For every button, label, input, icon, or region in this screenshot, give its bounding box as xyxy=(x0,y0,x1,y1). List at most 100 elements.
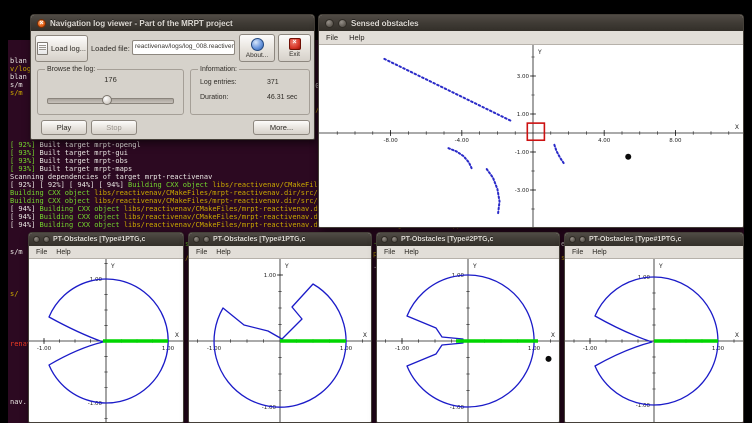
about-icon xyxy=(251,38,264,51)
window-menu-icon[interactable] xyxy=(325,19,334,28)
about-button[interactable]: About... xyxy=(239,34,275,62)
window-menu-icon[interactable] xyxy=(33,236,40,243)
window-titlebar[interactable]: PT-Obstacles [Type#1PTG,c xyxy=(29,233,183,246)
menu-item-file[interactable]: File xyxy=(572,249,583,256)
terminal-text-line: blan xyxy=(10,73,27,81)
minimize-icon[interactable] xyxy=(391,236,398,243)
y-axis-label: Y xyxy=(658,263,663,270)
minimize-icon[interactable] xyxy=(43,236,50,243)
menu-item-file[interactable]: File xyxy=(326,33,338,42)
menu-bar: File Help xyxy=(189,246,371,259)
minimize-icon[interactable] xyxy=(203,236,210,243)
terminal-text-line: [ 93%] Built target mrpt-obs xyxy=(10,157,128,165)
terminal-text-line: v/log xyxy=(10,65,31,73)
pt-obstacles-plot: -1.001.001.00-1.00XY xyxy=(565,259,743,423)
window-title: Sensed obstacles xyxy=(351,19,419,28)
x-tick-label: 8.00 xyxy=(669,138,682,144)
more-button[interactable]: More... xyxy=(253,120,310,135)
information-group: Information: Log entries: 371 Duration: … xyxy=(190,69,310,115)
menu-item-file[interactable]: File xyxy=(196,249,207,256)
loaded-file-label: Loaded file: xyxy=(91,44,130,53)
log-slider-thumb[interactable] xyxy=(102,95,112,105)
window-title: PT-Obstacles [Type#1PTG,c xyxy=(53,236,145,243)
load-log-label: Load log... xyxy=(51,44,86,53)
terminal-text-line: Building CXX object libs/reactivenav/CMa… xyxy=(10,189,364,197)
menu-item-help[interactable]: Help xyxy=(592,249,606,256)
x-tick-label: -1.00 xyxy=(37,346,52,352)
about-label: About... xyxy=(246,52,268,59)
desktop: blanv/logblans/ms/me.0s/m[ 92%] Built ta… xyxy=(0,0,752,423)
window-titlebar[interactable]: PT-Obstacles [Type#2PTG,c xyxy=(377,233,559,246)
pt-obstacles-plot: -1.001.001.00-1.00XY xyxy=(29,259,183,423)
open-file-icon xyxy=(37,42,48,55)
pt-obstacles-plot: -1.001.001.00-1.00XY xyxy=(377,259,559,423)
window-title: PT-Obstacles [Type#1PTG,c xyxy=(589,236,681,243)
window-title: Navigation log viewer - Part of the MRPT… xyxy=(50,19,233,28)
close-icon[interactable] xyxy=(37,19,46,28)
y-axis-label: Y xyxy=(284,263,289,270)
terminal-text-line: s/m xyxy=(10,81,23,89)
laser-scan-arc xyxy=(448,148,471,168)
duration-value: 46.31 sec xyxy=(267,94,297,101)
x-tick-label: -1.00 xyxy=(395,346,410,352)
window-menu-icon[interactable] xyxy=(193,236,200,243)
browse-log-legend: Browse the log: xyxy=(45,65,97,74)
terminal-text-line: Scanning dependencies of target mrpt-rea… xyxy=(10,173,212,181)
pt-obstacles-window-1: PT-Obstacles [Type#1PTG,c File Help -1.00… xyxy=(28,232,184,423)
pt-obstacles-window-4: PT-Obstacles [Type#1PTG,c File Help -1.00… xyxy=(564,232,744,423)
exit-label: Exit xyxy=(289,51,300,58)
terminal-text-line: s/m xyxy=(10,89,23,97)
y-axis-label: Y xyxy=(537,49,542,56)
minimize-icon[interactable] xyxy=(338,19,347,28)
browse-log-group: Browse the log: 176 xyxy=(37,69,184,115)
play-button[interactable]: Play xyxy=(41,120,87,135)
menu-bar: File Help xyxy=(29,246,183,259)
terminal-text-line: blan xyxy=(10,57,27,65)
menu-item-file[interactable]: File xyxy=(36,249,47,256)
sensed-obstacles-window: Sensed obstacles File Help -8.00-4.004.0… xyxy=(318,14,744,228)
y-tick-label: 3.00 xyxy=(517,74,530,80)
terminal-text-line: s/m xyxy=(10,248,23,256)
menu-bar: File Help xyxy=(319,31,743,45)
y-tick-label: 1.00 xyxy=(264,273,277,279)
laser-scan-curve xyxy=(487,169,500,215)
y-axis-label: Y xyxy=(472,263,477,270)
laser-scan-segment xyxy=(554,145,564,164)
load-log-button[interactable]: Load log... xyxy=(35,35,88,62)
sensed-obstacles-plot: -8.00-4.004.008.003.001.00-1.00-3.00XY xyxy=(319,45,743,228)
x-tick-label: -8.00 xyxy=(383,138,398,144)
terminal-text-line: [ 93%] Built target mrpt-gui xyxy=(10,149,128,157)
laser-scan-wall xyxy=(384,59,512,122)
window-titlebar[interactable]: Navigation log viewer - Part of the MRPT… xyxy=(31,15,314,31)
target-point xyxy=(546,356,552,362)
window-titlebar[interactable]: Sensed obstacles xyxy=(319,15,743,31)
pt-obstacles-window-3: PT-Obstacles [Type#2PTG,c File Help -1.00… xyxy=(376,232,560,423)
window-titlebar[interactable]: PT-Obstacles [Type#1PTG,c xyxy=(565,233,743,246)
x-axis-label: X xyxy=(735,124,739,131)
minimize-icon[interactable] xyxy=(579,236,586,243)
menu-bar: File Help xyxy=(377,246,559,259)
exit-icon xyxy=(289,38,301,50)
window-menu-icon[interactable] xyxy=(381,236,388,243)
menu-item-file[interactable]: File xyxy=(384,249,395,256)
exit-button[interactable]: Exit xyxy=(278,34,311,62)
terminal-text-line: [ 93%] Built target mrpt-maps xyxy=(10,165,132,173)
y-tick-label: -3.00 xyxy=(515,188,530,194)
log-slider[interactable] xyxy=(47,98,174,104)
log-entries-value: 371 xyxy=(267,79,279,86)
menu-item-help[interactable]: Help xyxy=(56,249,70,256)
y-axis-label: Y xyxy=(110,263,115,270)
window-titlebar[interactable]: PT-Obstacles [Type#1PTG,c xyxy=(189,233,371,246)
navlog-viewer-body: Load log... Loaded file: reactivenav/log… xyxy=(31,31,314,139)
x-axis-label: X xyxy=(735,332,739,339)
stop-button[interactable]: Stop xyxy=(91,120,137,135)
y-tick-label: -1.00 xyxy=(515,150,530,156)
x-tick-label: -1.00 xyxy=(583,346,598,352)
x-axis-label: X xyxy=(551,332,555,339)
menu-item-help[interactable]: Help xyxy=(349,33,364,42)
loaded-file-field[interactable]: reactivenav/logs/log_008.reactivenav xyxy=(132,40,235,55)
window-menu-icon[interactable] xyxy=(569,236,576,243)
menu-item-help[interactable]: Help xyxy=(404,249,418,256)
menu-item-help[interactable]: Help xyxy=(216,249,230,256)
robot-footprint xyxy=(527,123,544,140)
